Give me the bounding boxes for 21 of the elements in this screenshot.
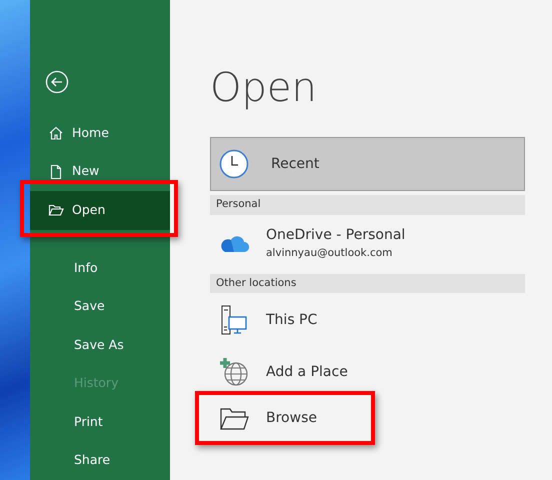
location-item[interactable]: Browse <box>210 395 525 442</box>
sidebar-item[interactable]: Share <box>30 441 170 480</box>
location-name: Browse <box>266 408 317 428</box>
sidebar-item[interactable]: Info <box>30 248 170 288</box>
location-item[interactable]: OneDrive - Personal alvinnyau@outlook.com <box>210 218 525 268</box>
location-name: Add a Place <box>266 362 348 382</box>
sidebar-item[interactable]: New <box>30 152 170 192</box>
section-heading: Other locations <box>210 274 525 294</box>
section-heading: Personal <box>210 195 525 215</box>
location-item[interactable]: This PC <box>210 297 525 344</box>
page-title: Open <box>210 68 318 108</box>
recent-item[interactable]: Recent <box>210 137 525 191</box>
sidebar-item[interactable]: Open <box>30 191 170 230</box>
sidebar-item[interactable]: Save <box>30 287 170 326</box>
location-name: OneDrive - Personal <box>266 226 406 245</box>
sidebar-item[interactable]: Print <box>30 402 170 442</box>
sidebar-item[interactable]: Save As <box>30 326 170 364</box>
location-name: This PC <box>266 310 318 330</box>
location-item[interactable]: Add a Place <box>210 349 525 396</box>
account-email: alvinnyau@outlook.com <box>266 246 394 261</box>
sidebar-item[interactable]: Home <box>30 114 170 153</box>
